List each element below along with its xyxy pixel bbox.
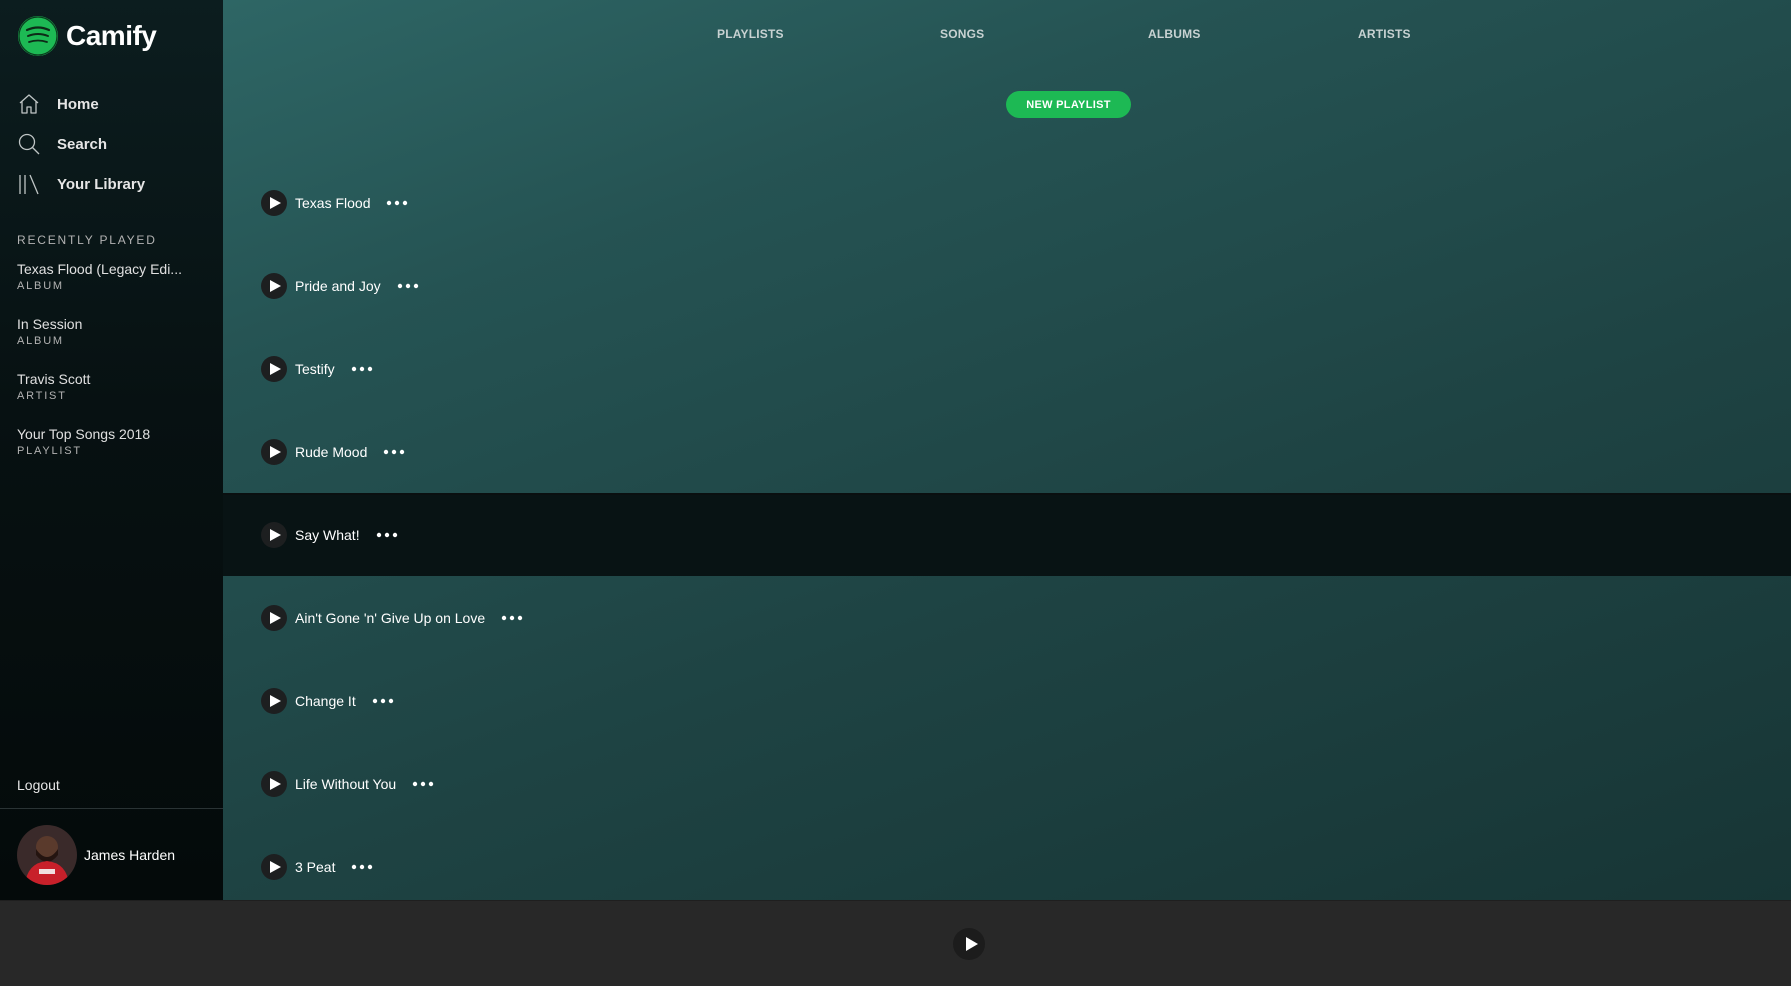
track-row[interactable]: Life Without You bbox=[223, 742, 1791, 825]
nav-label-search: Search bbox=[57, 135, 108, 153]
more-options-icon[interactable] bbox=[372, 694, 394, 708]
user-profile[interactable]: James Harden bbox=[0, 808, 223, 901]
recent-item-type: ALBUM bbox=[17, 335, 64, 347]
track-row[interactable]: Texas Flood bbox=[223, 161, 1791, 244]
more-options-icon[interactable] bbox=[351, 362, 373, 376]
nav-item-search[interactable]: Search bbox=[17, 124, 145, 164]
track-row[interactable]: Pride and Joy bbox=[223, 244, 1791, 327]
track-name[interactable]: Rude Mood bbox=[295, 444, 367, 460]
ellipsis-icon bbox=[351, 366, 372, 371]
track-row[interactable]: 3 Peat bbox=[223, 825, 1791, 900]
track-name[interactable]: Ain't Gone 'n' Give Up on Love bbox=[295, 610, 485, 626]
track-name[interactable]: 3 Peat bbox=[295, 859, 335, 875]
library-tabs: PLAYLISTS SONGS ALBUMS ARTISTS bbox=[223, 27, 1791, 43]
track-row[interactable]: Ain't Gone 'n' Give Up on Love bbox=[223, 576, 1791, 659]
more-options-icon[interactable] bbox=[397, 279, 419, 293]
more-options-icon[interactable] bbox=[376, 528, 398, 542]
recent-item-name: Your Top Songs 2018 bbox=[17, 426, 151, 442]
nav-item-home[interactable]: Home bbox=[17, 84, 145, 124]
player-bar bbox=[0, 900, 1791, 986]
ellipsis-icon bbox=[372, 698, 393, 703]
user-name: James Harden bbox=[84, 847, 176, 863]
avatar[interactable] bbox=[17, 825, 77, 885]
tab-playlists[interactable]: PLAYLISTS bbox=[717, 27, 784, 41]
recent-item-type: PLAYLIST bbox=[17, 445, 82, 457]
track-play-button[interactable] bbox=[261, 604, 287, 631]
track-name[interactable]: Say What! bbox=[295, 527, 360, 543]
track-row[interactable]: Testify bbox=[223, 327, 1791, 410]
library-icon bbox=[19, 174, 39, 195]
recent-item-name: In Session bbox=[17, 316, 83, 332]
track-play-button[interactable] bbox=[261, 521, 287, 548]
tab-albums[interactable]: ALBUMS bbox=[1148, 27, 1201, 41]
play-icon bbox=[270, 445, 281, 458]
logout-link[interactable]: Logout bbox=[17, 777, 60, 793]
track-row[interactable]: Say What! bbox=[223, 493, 1791, 576]
sidebar: Camify Home Search Your Library RECENTLY… bbox=[0, 0, 223, 900]
play-icon bbox=[270, 528, 281, 541]
main-nav: Home Search Your Library bbox=[17, 84, 145, 204]
track-play-button[interactable] bbox=[261, 189, 287, 216]
home-icon bbox=[19, 94, 39, 114]
play-icon bbox=[270, 279, 281, 292]
tab-artists[interactable]: ARTISTS bbox=[1358, 27, 1411, 41]
play-icon bbox=[270, 860, 281, 873]
app-logo[interactable]: Camify bbox=[17, 15, 157, 57]
nav-item-library[interactable]: Your Library bbox=[17, 164, 145, 204]
play-icon bbox=[270, 694, 281, 707]
nav-label-home: Home bbox=[57, 95, 99, 113]
more-options-icon[interactable] bbox=[501, 611, 523, 625]
search-icon bbox=[18, 133, 40, 155]
track-play-button[interactable] bbox=[261, 355, 287, 382]
play-icon bbox=[270, 196, 281, 209]
recently-played-list: Texas Flood (Legacy Edi... ALBUM In Sess… bbox=[17, 261, 207, 481]
recent-item[interactable]: Travis Scott ARTIST bbox=[17, 371, 207, 426]
main-content: PLAYLISTS SONGS ALBUMS ARTISTS NEW PLAYL… bbox=[223, 0, 1791, 900]
play-icon bbox=[270, 777, 281, 790]
track-name[interactable]: Pride and Joy bbox=[295, 278, 381, 294]
track-play-button[interactable] bbox=[261, 853, 287, 880]
track-play-button[interactable] bbox=[261, 438, 287, 465]
player-play-button[interactable] bbox=[953, 928, 985, 960]
track-name[interactable]: Testify bbox=[295, 361, 335, 377]
play-icon bbox=[270, 611, 281, 624]
avatar-image bbox=[17, 825, 77, 885]
recent-item-name: Texas Flood (Legacy Edi... bbox=[17, 261, 182, 277]
ellipsis-icon bbox=[412, 781, 434, 786]
more-options-icon[interactable] bbox=[386, 196, 408, 210]
track-row[interactable]: Rude Mood bbox=[223, 410, 1791, 493]
track-name[interactable]: Texas Flood bbox=[295, 195, 370, 211]
ellipsis-icon bbox=[501, 615, 523, 620]
recent-item[interactable]: In Session ALBUM bbox=[17, 316, 207, 371]
more-options-icon[interactable] bbox=[383, 445, 405, 459]
track-list: Texas Flood Pride and Joy Testify Rude Mood… bbox=[223, 161, 1791, 900]
track-name[interactable]: Life Without You bbox=[295, 776, 396, 792]
play-icon bbox=[270, 362, 281, 375]
tab-songs[interactable]: SONGS bbox=[940, 27, 984, 41]
camify-logo-icon bbox=[18, 16, 58, 56]
ellipsis-icon bbox=[384, 449, 405, 454]
ellipsis-icon bbox=[376, 532, 397, 537]
track-row[interactable]: Change It bbox=[223, 659, 1791, 742]
new-playlist-button[interactable]: NEW PLAYLIST bbox=[1006, 91, 1131, 118]
ellipsis-icon bbox=[387, 200, 408, 205]
recent-item-type: ALBUM bbox=[17, 280, 64, 292]
track-play-button[interactable] bbox=[261, 770, 287, 797]
recent-item[interactable]: Texas Flood (Legacy Edi... ALBUM bbox=[17, 261, 207, 316]
ellipsis-icon bbox=[397, 283, 418, 288]
recent-item[interactable]: Your Top Songs 2018 PLAYLIST bbox=[17, 426, 207, 481]
play-icon bbox=[965, 937, 978, 951]
track-name[interactable]: Change It bbox=[295, 693, 356, 709]
more-options-icon[interactable] bbox=[412, 777, 434, 791]
recently-played-heading: RECENTLY PLAYED bbox=[17, 233, 157, 247]
recent-item-type: ARTIST bbox=[17, 390, 67, 402]
app-name: Camify bbox=[66, 20, 157, 51]
track-play-button[interactable] bbox=[261, 272, 287, 299]
ellipsis-icon bbox=[352, 864, 373, 869]
track-play-button[interactable] bbox=[261, 687, 287, 714]
nav-label-library: Your Library bbox=[57, 175, 146, 193]
recent-item-name: Travis Scott bbox=[17, 371, 91, 387]
more-options-icon[interactable] bbox=[351, 860, 373, 874]
